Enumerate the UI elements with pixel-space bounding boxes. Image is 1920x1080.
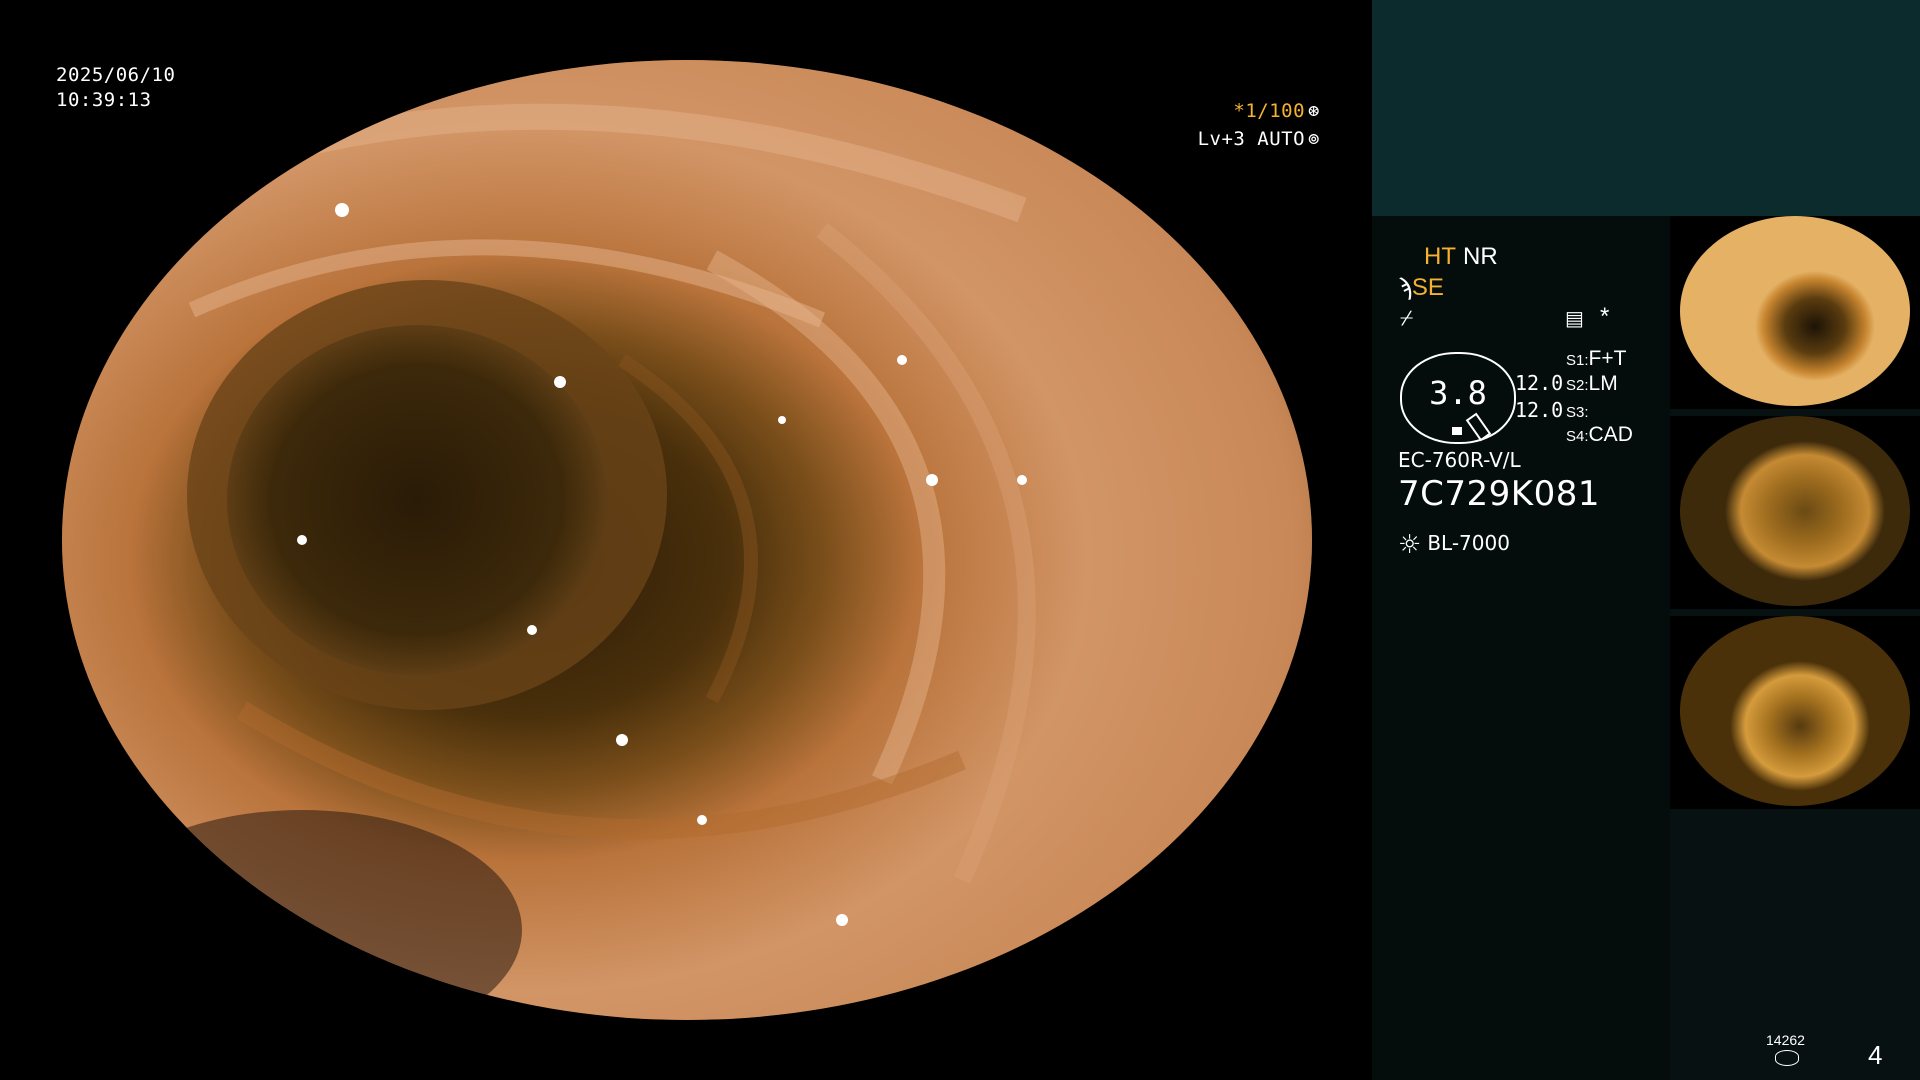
ht-indicator: HT [1424, 243, 1456, 270]
freeze-icon: ⌿ [1400, 305, 1414, 330]
se-label: SE [1411, 274, 1444, 301]
gauge-value: 3.8 [1429, 374, 1487, 412]
value-b: 12.0 [1515, 398, 1564, 422]
star-icon: * [1600, 303, 1610, 330]
shutter-readout: *1/100 ⊛ [1233, 99, 1320, 124]
slot-key: S2: [1566, 377, 1589, 394]
info-panel: HT NR ϡSE ⌿ ▤ * 3.8 12.0 12.0 S1:F+T S2:… [1372, 0, 1920, 1080]
endoscope-live-view [62, 60, 1312, 1020]
endoscopy-screen: 2025/06/10 10:39:13 *1/100 ⊛ Lv+3 AUTO ⊚ H… [0, 0, 1920, 1080]
enhance-icon: ϡ [1398, 274, 1412, 301]
gauge-foot [1452, 427, 1462, 435]
level-value: Lv+3 AUTO [1197, 128, 1306, 150]
aperture-icon: ⊛ [1308, 100, 1320, 122]
slot-key: S4: [1566, 428, 1589, 445]
captured-thumbnail[interactable] [1670, 416, 1920, 609]
se-indicator: ϡSE [1398, 274, 1444, 302]
slot-key: S1: [1566, 352, 1589, 369]
shutter-value: *1/100 [1233, 100, 1306, 122]
slot-value: LM [1588, 372, 1618, 395]
settings-box [1372, 216, 1670, 1080]
zoom-gauge: 3.8 [1400, 352, 1516, 444]
iris-icon: ⊚ [1308, 128, 1320, 150]
gauge-tick-icon [1465, 412, 1492, 442]
nr-indicator: NR [1463, 243, 1498, 270]
captured-thumbnail[interactable] [1670, 616, 1920, 809]
light-source-label: BL-7000 [1427, 531, 1510, 555]
captured-thumbnail[interactable] [1670, 216, 1920, 409]
page-number: 4 [1868, 1040, 1883, 1070]
switch-slot-3: S3: [1566, 399, 1589, 423]
image-counter: 14262 [1766, 1032, 1805, 1048]
brightness-level-readout: Lv+3 AUTO ⊚ [1198, 127, 1320, 152]
storage-disk-icon [1775, 1050, 1799, 1066]
thumbnail-image [1680, 216, 1910, 406]
panel-header-band [1372, 0, 1920, 216]
light-source-icon: ☼ [1398, 530, 1422, 560]
slot-value: CAD [1588, 423, 1633, 446]
value-a: 12.0 [1515, 371, 1564, 395]
slot-key: S3: [1566, 404, 1589, 421]
slot-value: F+T [1588, 347, 1627, 370]
switch-slot-2: S2:LM [1566, 372, 1618, 396]
time-readout: 10:39:13 [56, 89, 152, 111]
switch-slot-4: S4:CAD [1566, 423, 1633, 447]
scope-model: EC-760R-V/L [1398, 448, 1521, 472]
thumbnail-image [1680, 616, 1910, 806]
date-readout: 2025/06/10 [56, 64, 176, 86]
memo-icon: ▤ [1565, 308, 1584, 330]
light-source: ☼ BL-7000 [1398, 530, 1510, 560]
thumbnail-image [1680, 416, 1910, 606]
scope-serial: 7C729K081 [1398, 474, 1600, 514]
colon-image [62, 60, 1312, 1020]
switch-slot-1: S1:F+T [1566, 347, 1626, 371]
